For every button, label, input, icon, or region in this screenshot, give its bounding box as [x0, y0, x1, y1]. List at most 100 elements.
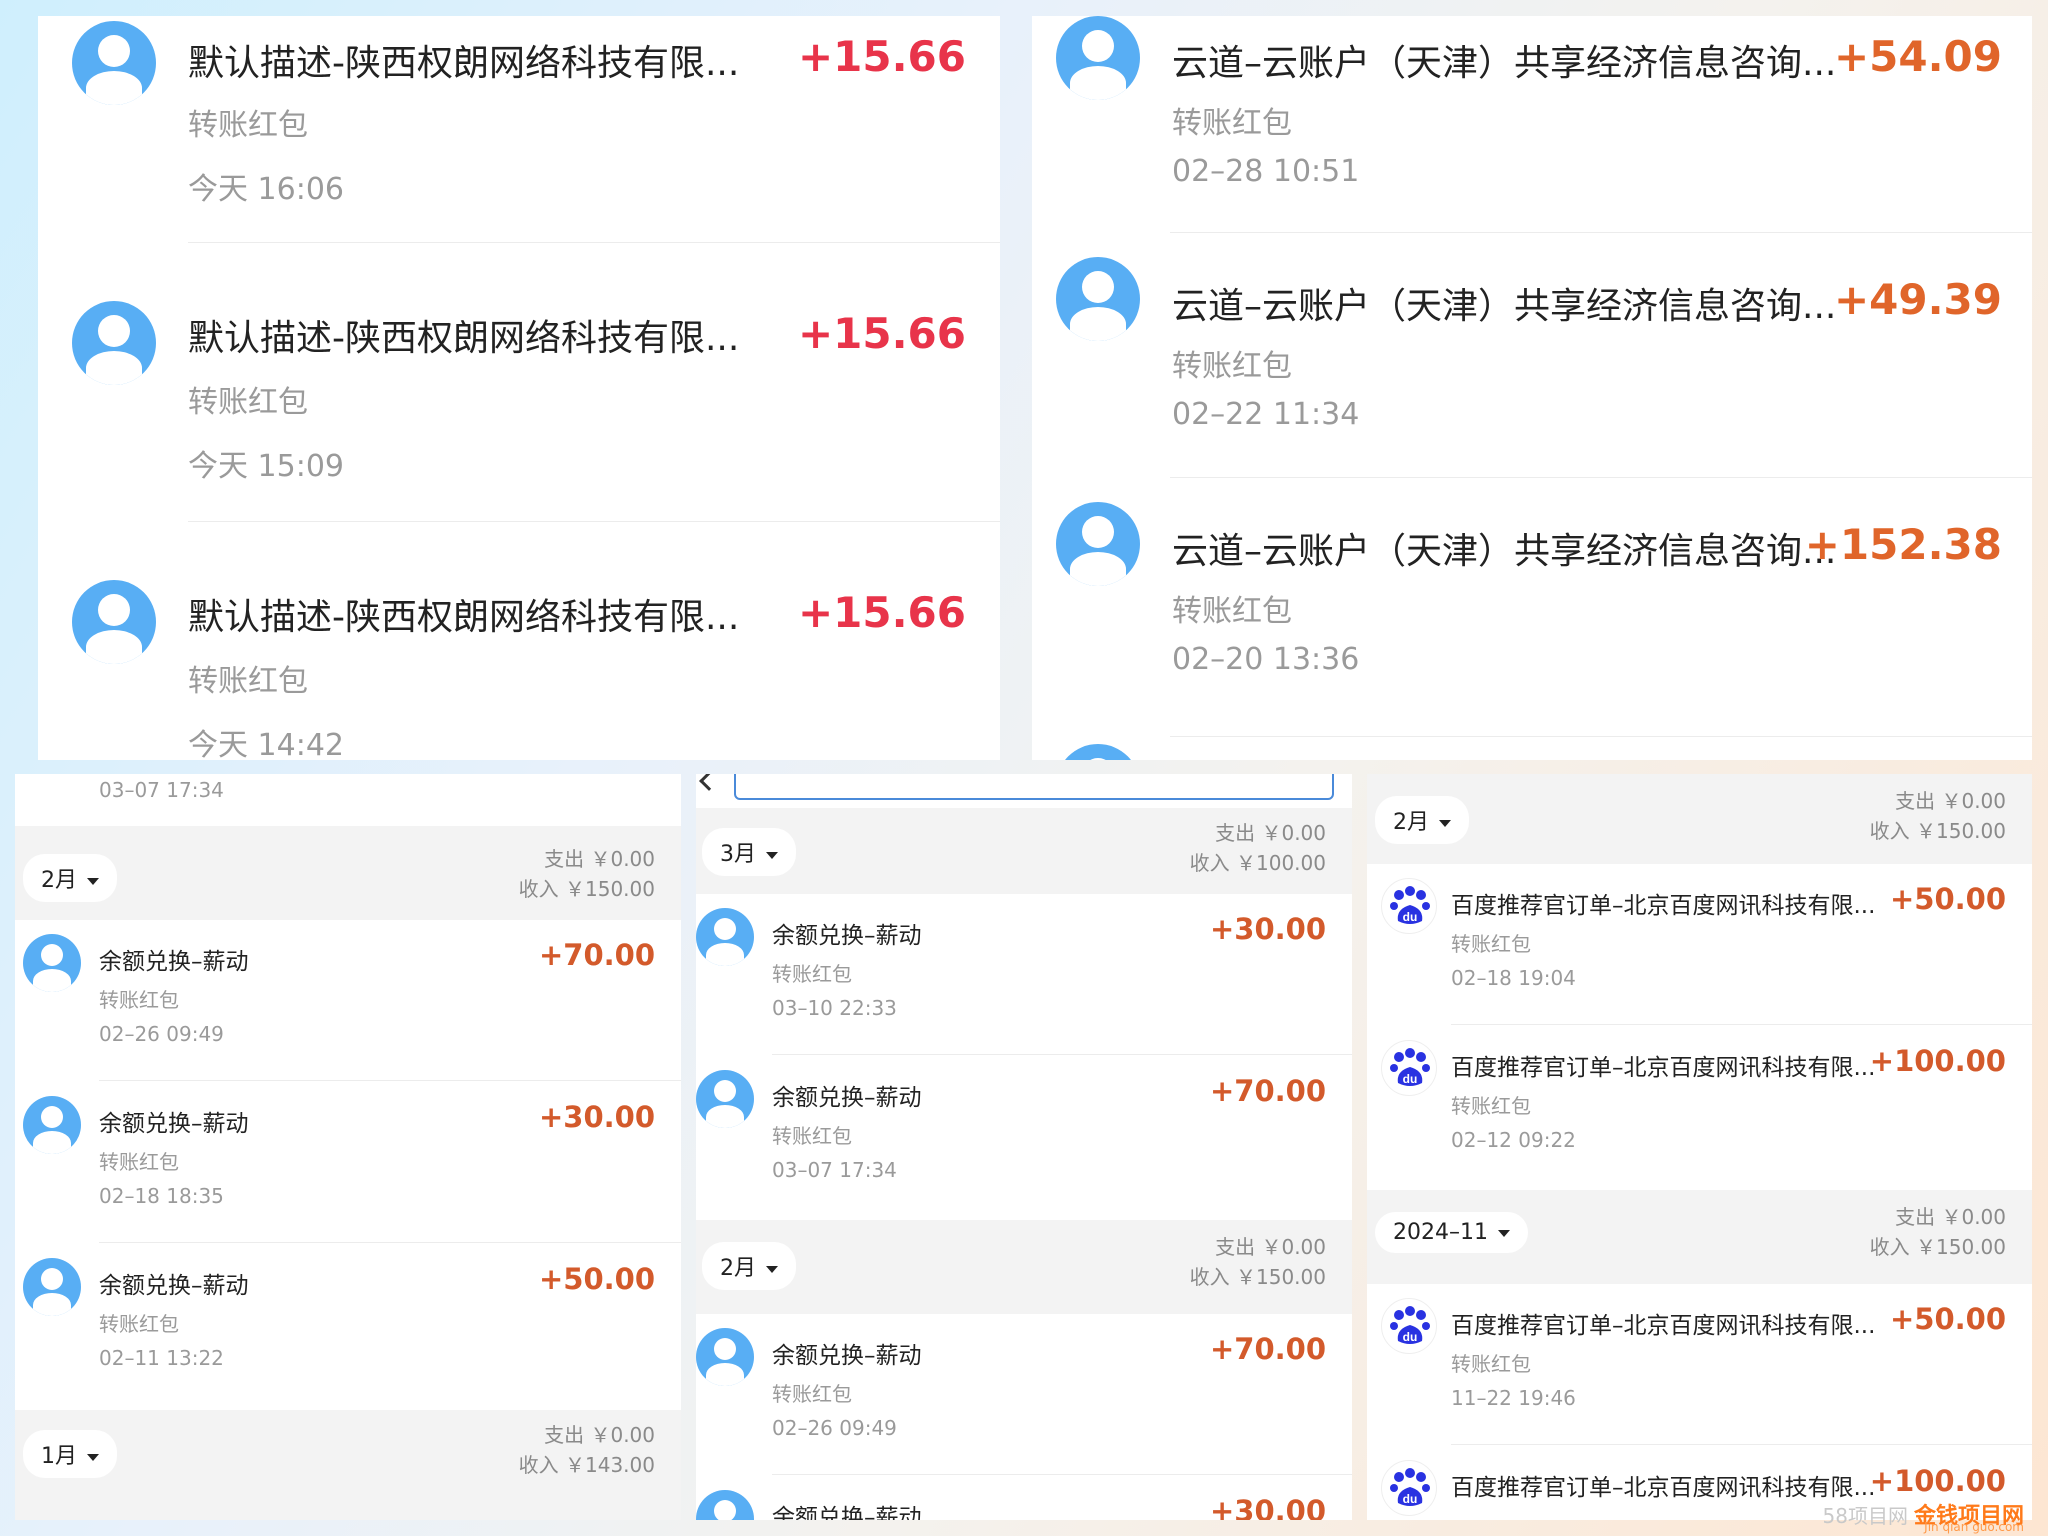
expense-total: 支出 ￥0.00	[544, 1423, 655, 1447]
item-title: 余额兑换–薪动	[772, 1505, 922, 1520]
item-title: 百度推荐官订单–北京百度网讯科技有限...	[1451, 1475, 1876, 1501]
item-time: 03–07 17:34	[772, 1158, 897, 1182]
list-item[interactable]: 云道–云账户（天津）共享经济信息咨询... +152.38 转账红包 02–20…	[1032, 478, 2032, 737]
caret-down-icon	[1497, 1229, 1510, 1237]
item-time: 02–12 09:22	[1451, 1128, 1576, 1152]
list-item[interactable]: 默认描述-陕西权朗网络科技有限... +15.66 转账红包 今天 15:09	[38, 243, 1000, 522]
caret-down-icon	[766, 1265, 778, 1273]
item-amount: +50.00	[1889, 1302, 2006, 1336]
list-item[interactable]: 余额兑换–薪动 +30.00 转账红包 03–10 22:33	[696, 894, 1352, 1056]
item-title: 百度推荐官订单–北京百度网讯科技有限...	[1451, 1055, 1876, 1081]
list-item[interactable]: 余额兑换–薪动 +70.00 转账红包 03–07 17:34	[696, 1056, 1352, 1220]
expense-total: 支出 ￥0.00	[544, 847, 655, 871]
month-stats: 支出 ￥0.00 收入 ￥150.00	[1870, 1202, 2006, 1262]
list-item[interactable]: 云道–云账户（天津）共享经济信息咨询... +54.09 转账红包 02–28 …	[1032, 16, 2032, 233]
item-amount: +100.00	[1869, 1044, 2006, 1078]
item-type: 转账红包	[772, 962, 852, 986]
item-amount: +70.00	[1209, 1074, 1326, 1108]
list-item[interactable]: 默认描述-陕西权朗网络科技有限... +15.66 转账红包 今天 16:06	[38, 16, 1000, 243]
list-item[interactable]: 云道–云账户（天津）共享经济信息咨询... +49.39 转账红包 02–22 …	[1032, 233, 2032, 478]
search-input[interactable]	[734, 774, 1334, 800]
list-item[interactable]: 余额兑换–薪动 +50.00 转账红包 02–11 13:22	[15, 1244, 681, 1406]
back-arrow-icon[interactable]	[699, 774, 719, 791]
person-avatar-icon	[23, 934, 81, 992]
item-title: 余额兑换–薪动	[772, 923, 922, 949]
watermark: 58项目网 金钱项目网 Jin qian guo.com	[1822, 1498, 2024, 1534]
person-avatar-icon	[1056, 16, 1140, 100]
item-time: 02–26 09:49	[99, 1022, 224, 1046]
month-selector[interactable]: 2024–11	[1375, 1212, 1528, 1253]
expense-total: 支出 ￥0.00	[1215, 1235, 1326, 1259]
item-amount: +100.00	[1869, 1464, 2006, 1498]
list-item[interactable]: du 百度推荐官订单–北京百度网讯科技有限... +100.00 转账红包 02…	[1367, 1026, 2032, 1190]
transaction-panel-2: 云道–云账户（天津）共享经济信息咨询... +54.09 转账红包 02–28 …	[1032, 16, 2032, 760]
svg-text:du: du	[1403, 1330, 1418, 1344]
item-amount: +30.00	[538, 1100, 655, 1134]
item-amount: +15.66	[797, 32, 966, 81]
baidu-paw-icon: du	[1381, 1298, 1437, 1354]
item-type: 转账红包	[99, 1312, 179, 1336]
baidu-paw-icon: du	[1381, 1460, 1437, 1516]
income-total: 收入 ￥150.00	[1869, 819, 2006, 843]
divider	[99, 1242, 681, 1243]
caret-down-icon	[87, 877, 99, 885]
person-avatar-icon	[696, 1490, 754, 1520]
item-title: 云道–云账户（天津）共享经济信息咨询...	[1172, 43, 1837, 84]
income-total: 收入 ￥150.00	[518, 877, 655, 901]
item-type: 转账红包	[1451, 932, 1531, 956]
item-amount: +70.00	[538, 938, 655, 972]
item-title: 百度推荐官订单–北京百度网讯科技有限...	[1451, 1313, 1876, 1339]
person-avatar-icon	[72, 21, 156, 105]
transaction-panel-3: 03–07 17:34 2月 支出 ￥0.00 收入 ￥150.00 余额兑换–…	[15, 774, 681, 1520]
caret-down-icon	[1439, 819, 1451, 827]
item-time: 03–07 17:34	[99, 778, 224, 802]
month-stats: 支出 ￥0.00 收入 ￥150.00	[519, 844, 655, 904]
list-item[interactable]: 余额兑换–薪动 +70.00 转账红包 02–26 09:49	[696, 1314, 1352, 1476]
list-item[interactable]: du 百度推荐官订单–北京百度网讯科技有限... +50.00 转账红包 02–…	[1367, 864, 2032, 1026]
income-total: 收入 ￥100.00	[1189, 851, 1326, 875]
item-type: 转账红包	[99, 988, 179, 1012]
month-label: 3月	[720, 842, 756, 867]
month-selector[interactable]: 2月	[702, 1242, 796, 1290]
watermark-text: 58项目网	[1822, 1504, 1908, 1528]
month-header: 2月 支出 ￥0.00 收入 ￥150.00	[696, 1220, 1352, 1314]
item-amount: +152.38	[1804, 520, 2002, 569]
month-selector[interactable]: 1月	[23, 1430, 117, 1478]
item-amount: +15.66	[797, 309, 966, 358]
item-type: 转账红包	[188, 664, 308, 699]
svg-text:du: du	[1403, 1072, 1418, 1086]
list-item[interactable]: 默认描述-陕西权朗网络科技有限... +15.66 转账红包 今天 14:42	[38, 522, 1000, 760]
item-time: 今天 14:42	[188, 728, 344, 760]
item-amount: +49.39	[1833, 275, 2002, 324]
item-type: 转账红包	[1451, 1352, 1531, 1376]
item-title: 余额兑换–薪动	[99, 949, 249, 975]
item-title: 默认描述-陕西权朗网络科技有限...	[188, 597, 740, 638]
item-time: 02–18 19:04	[1451, 966, 1576, 990]
month-selector[interactable]: 3月	[702, 828, 796, 876]
item-amount: +15.66	[797, 588, 966, 637]
income-total: 收入 ￥143.00	[518, 1453, 655, 1477]
list-item[interactable]: 余额兑换–薪动 +70.00 转账红包 02–26 09:49	[15, 920, 681, 1082]
item-type: 转账红包	[188, 108, 308, 143]
month-label: 2月	[720, 1256, 756, 1281]
month-selector[interactable]: 2月	[1375, 796, 1469, 844]
list-item[interactable]: 余额兑换–薪动 +30.00 转账红包 02–18 18:35	[15, 1082, 681, 1244]
baidu-paw-icon: du	[1381, 878, 1437, 934]
divider	[772, 1474, 1352, 1475]
month-stats: 支出 ￥0.00 收入 ￥143.00	[519, 1420, 655, 1480]
svg-text:du: du	[1403, 910, 1418, 924]
month-header: 1月 支出 ￥0.00 收入 ￥143.00	[15, 1410, 681, 1520]
item-title: 余额兑换–薪动	[99, 1111, 249, 1137]
month-header: 2024–11 支出 ￥0.00 收入 ￥150.00	[1367, 1190, 2032, 1284]
month-header: 3月 支出 ￥0.00 收入 ￥100.00	[696, 808, 1352, 894]
list-item[interactable]: 余额兑换–薪动 +30.00	[696, 1476, 1352, 1520]
item-amount: +70.00	[1209, 1332, 1326, 1366]
month-label: 2月	[41, 868, 77, 893]
item-amount: +54.09	[1833, 32, 2002, 81]
month-label: 2月	[1393, 810, 1429, 835]
income-total: 收入 ￥150.00	[1869, 1235, 2006, 1259]
item-type: 转账红包	[1172, 594, 1292, 629]
list-item[interactable]: du 百度推荐官订单–北京百度网讯科技有限... +50.00 转账红包 11–…	[1367, 1284, 2032, 1446]
month-header: 2月 支出 ￥0.00 收入 ￥150.00	[15, 826, 681, 920]
month-selector[interactable]: 2月	[23, 854, 117, 902]
